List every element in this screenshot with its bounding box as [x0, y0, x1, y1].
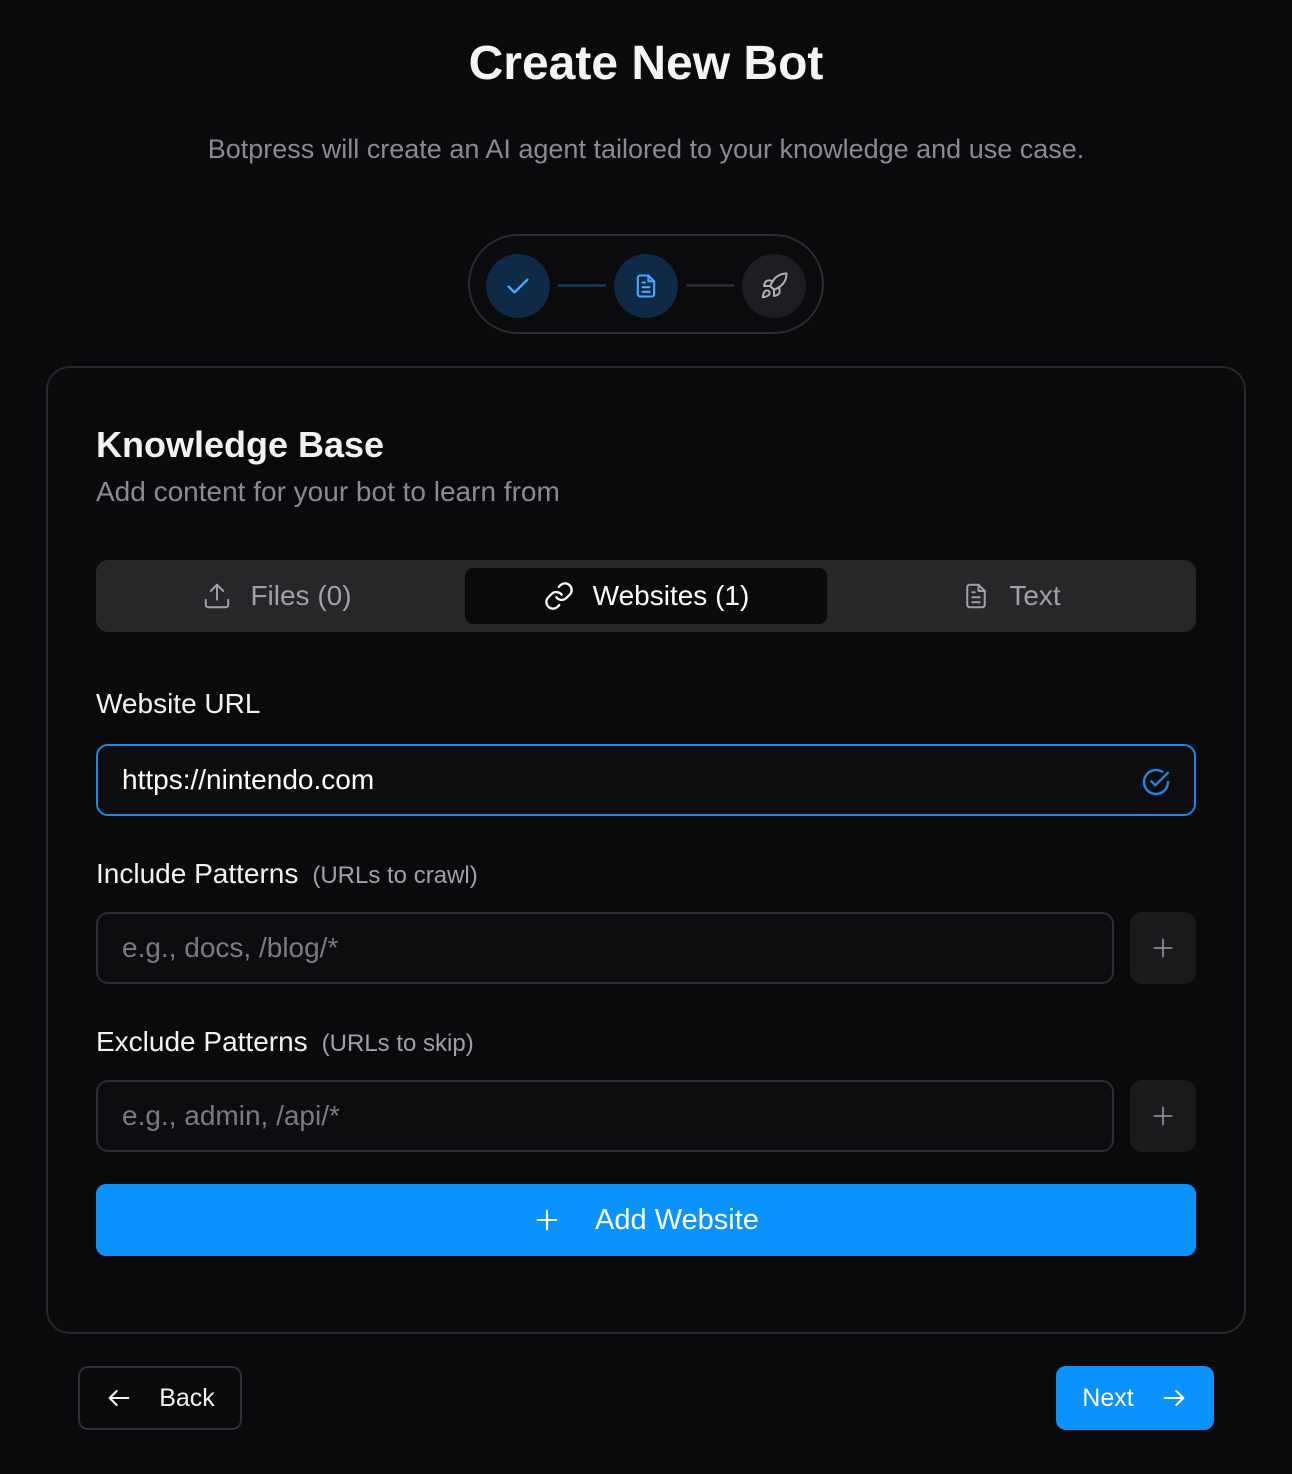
tab-label: Websites (1) — [592, 580, 750, 611]
exclude-patterns-label: Exclude Patterns (URLs to skip) — [96, 1026, 474, 1057]
plus-icon — [1153, 938, 1173, 958]
link-icon — [544, 582, 573, 610]
upload-icon — [205, 583, 230, 609]
exclude-placeholder: e.g., admin, /api/* — [122, 1100, 340, 1131]
add-website-button[interactable]: Add Website — [96, 1184, 1196, 1256]
include-patterns-label: Include Patterns (URLs to crawl) — [96, 858, 478, 889]
website-url-value: https://nintendo.com — [122, 764, 375, 795]
tab-websites[interactable]: Websites (1) — [465, 568, 827, 624]
step-complete — [486, 254, 550, 318]
progress-stepper — [468, 234, 824, 334]
include-patterns-hint: (URLs to crawl) — [312, 862, 478, 889]
step-connector — [686, 284, 734, 287]
arrow-left-icon — [108, 1389, 130, 1407]
card-title: Knowledge Base — [96, 424, 385, 465]
rocket-icon — [761, 272, 788, 299]
check-icon — [507, 278, 529, 294]
tab-files[interactable]: Files (0) — [96, 568, 458, 624]
next-button[interactable]: Next — [1056, 1366, 1214, 1430]
step-upcoming — [742, 254, 806, 318]
back-label: Back — [159, 1383, 215, 1412]
back-button[interactable]: Back — [78, 1366, 242, 1430]
knowledge-base-card: Knowledge Base Add content for your bot … — [46, 366, 1246, 1334]
step-active — [614, 254, 678, 318]
verified-check-icon — [1142, 768, 1170, 796]
website-url-input[interactable]: https://nintendo.com — [96, 744, 1196, 816]
plus-icon — [536, 1209, 558, 1231]
plus-icon — [1153, 1106, 1173, 1126]
source-tabs: Files (0) Websites (1) Text — [96, 560, 1196, 632]
arrow-right-icon — [1163, 1389, 1185, 1407]
exclude-patterns-hint: (URLs to skip) — [321, 1030, 474, 1057]
tab-text[interactable]: Text — [830, 568, 1192, 624]
add-website-label: Add Website — [595, 1203, 759, 1236]
include-placeholder: e.g., docs, /blog/* — [122, 932, 339, 963]
add-include-pattern-button[interactable] — [1130, 912, 1196, 984]
tab-label: Files (0) — [250, 580, 352, 611]
page-subtitle: Botpress will create an AI agent tailore… — [207, 134, 1085, 164]
document-icon — [966, 583, 987, 609]
page-title: Create New Bot — [468, 37, 824, 90]
include-pattern-input[interactable]: e.g., docs, /blog/* — [96, 912, 1114, 984]
next-label: Next — [1082, 1383, 1134, 1412]
step-connector — [558, 284, 606, 287]
card-subtitle: Add content for your bot to learn from — [96, 476, 560, 507]
exclude-pattern-input[interactable]: e.g., admin, /api/* — [96, 1080, 1114, 1152]
website-url-label: Website URL — [96, 688, 261, 719]
tab-label: Text — [1009, 580, 1061, 611]
document-icon — [636, 274, 656, 298]
add-exclude-pattern-button[interactable] — [1130, 1080, 1196, 1152]
